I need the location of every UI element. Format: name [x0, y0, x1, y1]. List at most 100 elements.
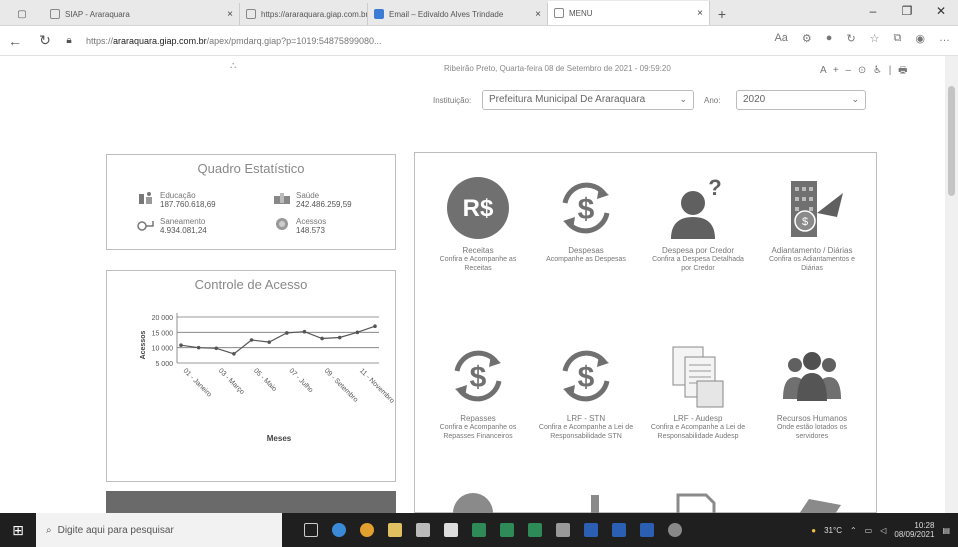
- menu-item-despesa-por-credor[interactable]: ? Despesa por Credor Confira a Despesa Det…: [647, 173, 749, 273]
- network-icon[interactable]: ▭: [865, 526, 873, 535]
- clock[interactable]: 10:28 08/09/2021: [894, 521, 934, 539]
- app-icon[interactable]: [556, 523, 570, 537]
- x-tick-label: 11 - Novembro: [358, 367, 395, 404]
- tab-email[interactable]: Email – Edivaldo Alves Trindade ×: [368, 3, 548, 25]
- url-field[interactable]: https://araraquara.giap.com.br/apex/pmda…: [86, 36, 381, 46]
- page-icon: [246, 9, 256, 19]
- back-icon[interactable]: ←: [0, 33, 30, 49]
- new-tab-button[interactable]: +: [710, 3, 734, 25]
- menu-item-description: Confira e Acompanhe a Lei de Responsabil…: [538, 424, 634, 440]
- chevron-down-icon: ⌄: [851, 94, 859, 104]
- menu-item-lrf-audesp[interactable]: LRF - Audesp Confira e Acompanhe a Lei de…: [647, 341, 749, 441]
- chrome-icon[interactable]: [360, 523, 374, 537]
- menu-item-despesas[interactable]: $ Despesas Acompanhe as Despesas: [535, 173, 637, 264]
- data-point: [232, 352, 236, 356]
- excel-icon-3[interactable]: [528, 523, 542, 537]
- svg-text:R$: R$: [463, 195, 494, 222]
- year-label: Ano:: [704, 96, 721, 105]
- stat-saneamento: Saneamento 4.934.081,24: [137, 217, 207, 235]
- reader-icon[interactable]: Aa: [774, 32, 787, 45]
- menu-item-description: Confira e Acompanhe a Lei de Responsabil…: [650, 424, 746, 440]
- tab-siap[interactable]: SIAP - Araraquara ×: [44, 3, 240, 25]
- page-scrollbar[interactable]: [945, 56, 958, 513]
- tray-chevron-icon[interactable]: ⌃: [850, 526, 857, 535]
- profile-icon[interactable]: ◉: [915, 32, 925, 45]
- shield-icon[interactable]: ●: [826, 32, 833, 45]
- close-icon[interactable]: ×: [535, 9, 541, 20]
- menu-item-title: Receitas: [462, 246, 494, 255]
- tab-menu[interactable]: MENU ×: [548, 1, 710, 25]
- close-icon[interactable]: ×: [697, 8, 703, 19]
- stat-saude: Saúde 242.486.259,59: [273, 191, 352, 209]
- more-icon[interactable]: …: [939, 32, 950, 45]
- svg-text:?: ?: [708, 175, 721, 200]
- maximize-icon[interactable]: ❐: [890, 0, 924, 26]
- person-icon[interactable]: [668, 523, 682, 537]
- weather-icon[interactable]: ●: [811, 526, 816, 535]
- workspaces-icon[interactable]: ▢: [17, 9, 26, 20]
- menu-item-recursos-humanos[interactable]: Recursos Humanos Onde estão lotados os se…: [761, 341, 863, 441]
- page-icon: [50, 9, 60, 19]
- menu-item-lrf-stn[interactable]: $ LRF - STN Confira e Acompanhe a Lei de R…: [535, 341, 637, 441]
- y-axis-label: Acessos: [140, 330, 147, 359]
- documents-icon: [647, 341, 749, 411]
- outlook-icon: [374, 9, 384, 19]
- menu-item-repasses[interactable]: $ Repasses Confira e Acompanhe os Repasses…: [427, 341, 529, 441]
- mail-icon[interactable]: [444, 523, 458, 537]
- store-icon[interactable]: [416, 523, 430, 537]
- refresh-page-icon[interactable]: ↻: [846, 32, 855, 45]
- rs-coin-icon: R$: [427, 173, 529, 243]
- y-tick-label: 5 000: [155, 361, 173, 368]
- partial-menu-icon: [799, 499, 841, 513]
- year-select[interactable]: 2020 ⌄: [736, 90, 866, 110]
- excel-icon-2[interactable]: [500, 523, 514, 537]
- y-tick-label: 15 000: [152, 330, 174, 337]
- favorite-icon[interactable]: ☆: [870, 32, 880, 45]
- svg-text:$: $: [470, 361, 487, 394]
- menu-item-receitas[interactable]: R$ Receitas Confira e Acompanhe as Receita…: [427, 173, 529, 273]
- excel-icon[interactable]: [472, 523, 486, 537]
- x-tick-label: 09 - Setembro: [323, 367, 359, 403]
- word-icon[interactable]: [584, 523, 598, 537]
- menu-item-title: Repasses: [460, 414, 496, 423]
- quadro-estatistico-card: Quadro Estatístico Educação 187.760.618,6…: [106, 154, 396, 250]
- notifications-icon[interactable]: ▤: [942, 526, 950, 535]
- menu-item-title: Despesas: [568, 246, 604, 255]
- close-icon[interactable]: ×: [227, 9, 233, 20]
- volume-icon[interactable]: ◁: [880, 526, 886, 535]
- tab-giap[interactable]: https://araraquara.giap.com.br/ ×: [240, 3, 368, 25]
- dollar-cycle-icon: $: [535, 341, 637, 411]
- close-window-icon[interactable]: ✕: [924, 0, 958, 26]
- browser-actions[interactable]: ▢: [0, 3, 44, 25]
- data-point: [320, 336, 324, 341]
- collections-icon[interactable]: ⧉: [894, 32, 902, 45]
- accessibility-tools[interactable]: A + – ⊙ ♿ | 🖶: [820, 63, 910, 80]
- series-line: [180, 325, 376, 355]
- files-icon[interactable]: [388, 523, 402, 537]
- menu-item-title: Despesa por Credor: [661, 246, 735, 255]
- logo-icon: ⛬: [230, 60, 237, 70]
- menu-item-adiantamentos-diarias[interactable]: $ Adiantamento / Diárias Confira os Adiant…: [761, 173, 863, 273]
- edge-icon[interactable]: [332, 523, 346, 537]
- y-tick-label: 10 000: [152, 346, 174, 353]
- task-view-icon[interactable]: [304, 523, 318, 537]
- data-point: [179, 343, 183, 348]
- word-icon-3[interactable]: [640, 523, 654, 537]
- refresh-icon[interactable]: ↻: [30, 32, 60, 49]
- word-icon-2[interactable]: [612, 523, 626, 537]
- extension-icon[interactable]: ⚙: [802, 32, 812, 45]
- windows-start-icon[interactable]: ⊞: [0, 522, 36, 539]
- sanitation-icon: [137, 221, 154, 231]
- svg-text:$: $: [802, 216, 808, 228]
- lock-icon: 🔒︎: [66, 35, 72, 46]
- menu-item-title: Adiantamento / Diárias: [771, 246, 853, 255]
- taskbar-search[interactable]: ⌕ Digite aqui para pesquisar: [36, 513, 282, 547]
- minimize-icon[interactable]: –: [856, 0, 890, 26]
- data-point: [373, 324, 377, 328]
- institution-label: Instituição:: [433, 96, 472, 105]
- institution-select[interactable]: Prefeitura Municipal De Araraquara ⌄: [482, 90, 694, 110]
- current-date: Ribeirão Preto, Quarta-feira 08 de Setem…: [444, 64, 671, 73]
- x-tick-label: 03 - Março: [217, 367, 246, 396]
- chevron-down-icon: ⌄: [679, 94, 687, 104]
- data-point: [302, 329, 307, 334]
